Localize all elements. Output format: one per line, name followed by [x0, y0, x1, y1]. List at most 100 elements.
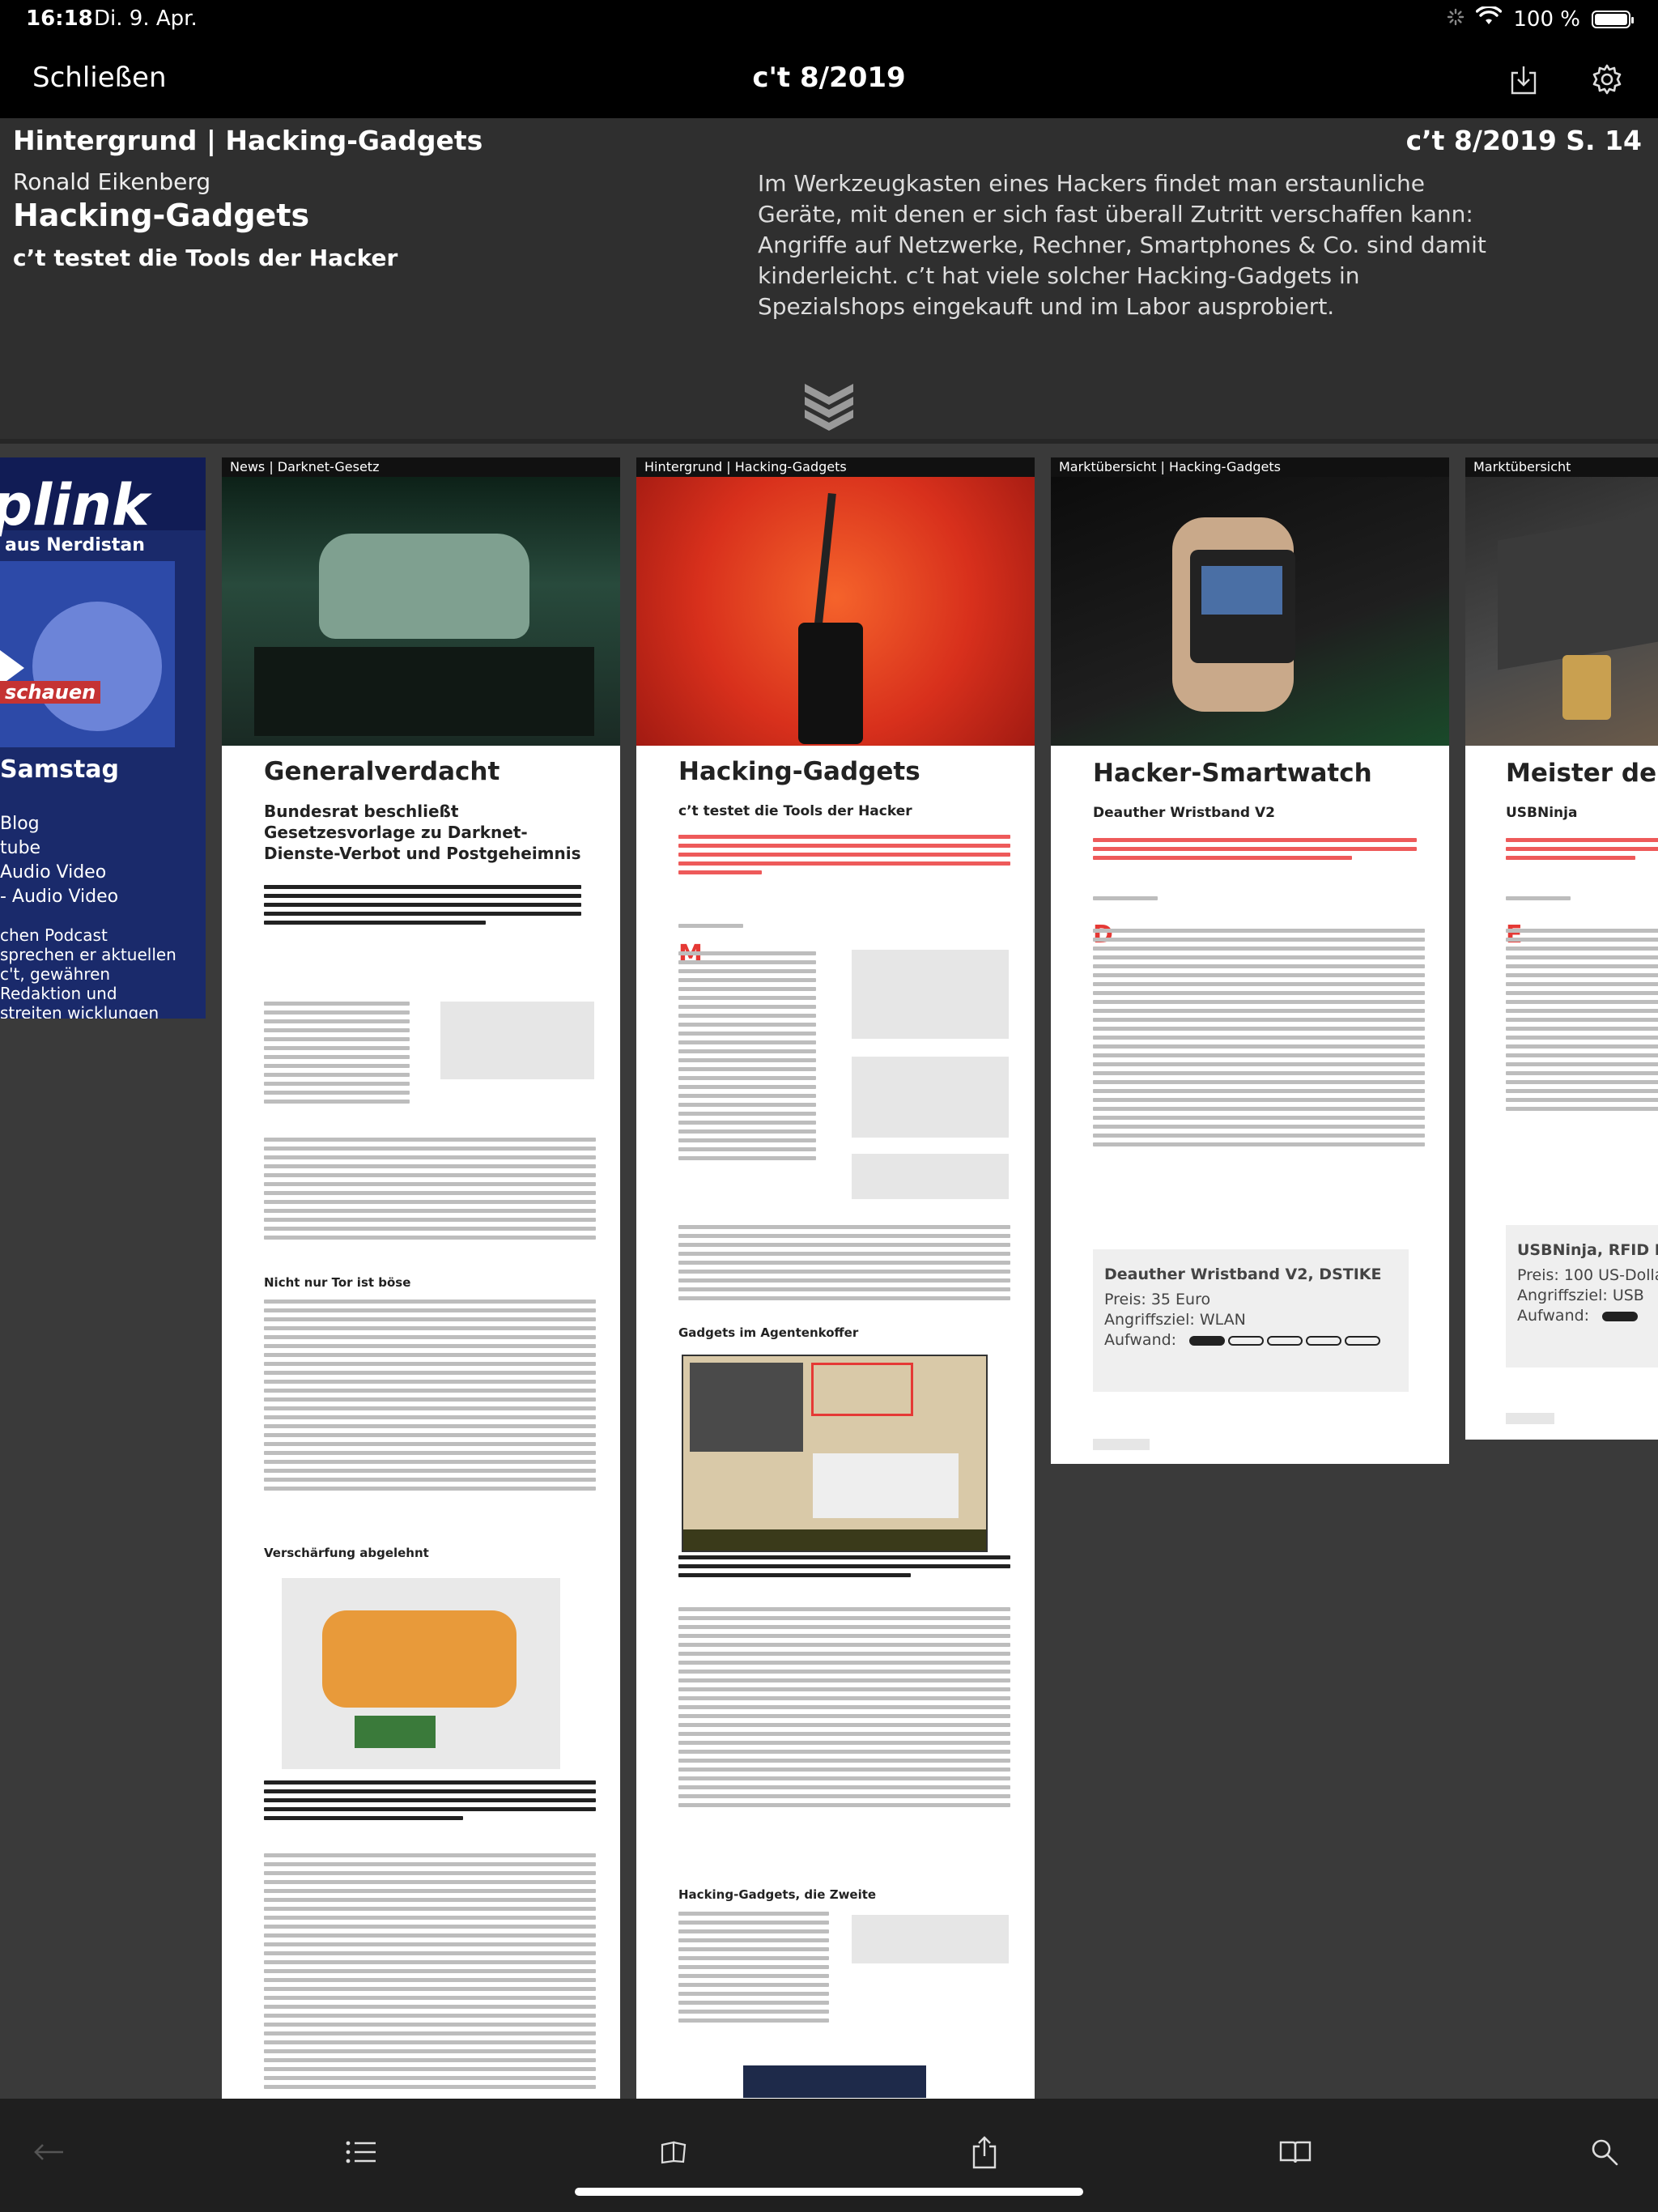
page-thumbnail-usbninja[interactable]: Marktübersicht Meister der USBNinja E US…	[1465, 457, 1658, 1440]
effort-segment	[1306, 1335, 1342, 1346]
effort-meter	[1189, 1335, 1381, 1346]
page-photo	[1465, 477, 1658, 746]
page-heading: Hacking-Gadgets, die Zweite	[678, 1887, 877, 1902]
page-title: Hacking-Gadgets	[678, 757, 920, 786]
divider	[0, 439, 1658, 444]
page-tag: News | Darknet-Gesetz	[222, 457, 620, 477]
page-text	[678, 1912, 829, 2027]
gear-icon[interactable]	[1588, 60, 1626, 99]
article-author: Ronald Eikenberg	[13, 168, 211, 195]
download-icon[interactable]	[1504, 60, 1543, 99]
page-subtitle: Bundesrat beschließt Gesetzesvorlage zu …	[264, 802, 581, 863]
banner-link[interactable]: Audio Video	[0, 861, 118, 885]
effort-segment	[1345, 1335, 1381, 1346]
figure-shape	[690, 1363, 803, 1452]
page-footer-tag	[1506, 1413, 1554, 1424]
status-time: 16:18	[26, 6, 93, 31]
page-text	[678, 1607, 1010, 1812]
back-arrow-icon[interactable]	[24, 2128, 73, 2176]
page-tag: Marktübersicht	[1465, 457, 1658, 477]
page-photo	[636, 477, 1035, 746]
product-price: Preis: 35 Euro	[1104, 1291, 1211, 1308]
page-thumbnail-podcast[interactable]: plink aus Nerdistan schauen Samstag Blog…	[0, 457, 206, 1019]
banner-link[interactable]: Blog	[0, 812, 118, 836]
page-figure	[682, 1355, 988, 1552]
effort-segment	[1228, 1335, 1265, 1346]
page-thumbnail-hacker-smartwatch[interactable]: Marktübersicht | Hacking-Gadgets Hacker-…	[1051, 457, 1449, 1464]
page-figure	[743, 2065, 926, 2098]
laptop-shape	[1498, 510, 1658, 670]
product-target: Angriffsziel: USB	[1517, 1287, 1644, 1304]
product-info-box: USBNinja, RFID Re Preis: 100 US-Dolla An…	[1506, 1225, 1658, 1368]
product-target: Angriffsziel: WLAN	[1104, 1311, 1246, 1329]
page-thumbnail-hacking-gadgets[interactable]: Hintergrund | Hacking-Gadgets Hacking-Ga…	[636, 457, 1035, 2099]
banner-link[interactable]: tube	[0, 836, 118, 861]
page-text	[264, 1002, 410, 1108]
page-sidebar-box	[852, 1154, 1009, 1199]
page-text	[264, 1300, 596, 1495]
page-title: Meister der	[1506, 759, 1658, 788]
page-flip-icon[interactable]	[649, 2128, 698, 2176]
expand-chevron-icon[interactable]	[801, 377, 857, 439]
nav-bar: Schließen c't 8/2019	[0, 39, 1658, 118]
product-name: Deauther Wristband V2, DSTIKE	[1104, 1266, 1382, 1283]
battery-pack-shape	[322, 1610, 517, 1708]
page-heading: Gadgets im Agentenkoffer	[678, 1325, 859, 1340]
page-text	[678, 951, 816, 1165]
article-headline: Hacking-Gadgets	[13, 198, 310, 233]
article-teaser: Im Werkzeugkasten eines Hackers findet m…	[758, 170, 1486, 320]
issue-title: c't 8/2019	[752, 62, 906, 94]
page-text	[264, 1853, 596, 2094]
page-text	[264, 1138, 596, 1244]
effort-meter	[1602, 1311, 1639, 1321]
share-icon[interactable]	[960, 2128, 1009, 2176]
page-heading: Verschärfung abgelehnt	[264, 1546, 429, 1560]
figure-highlight	[811, 1363, 913, 1416]
page-author-line	[678, 924, 743, 933]
book-view-icon[interactable]	[1271, 2128, 1320, 2176]
status-date: Di. 9. Apr.	[94, 6, 198, 31]
page-tag: Hintergrund | Hacking-Gadgets	[636, 457, 1035, 477]
hand-shape	[798, 623, 863, 744]
list-icon[interactable]	[337, 2128, 385, 2176]
page-figure	[282, 1578, 560, 1769]
page-sidebar-box	[852, 1057, 1009, 1138]
page-lead	[1093, 838, 1417, 865]
banner-link[interactable]: - Audio Video	[0, 885, 118, 909]
home-indicator	[575, 2188, 1083, 2196]
product-name: USBNinja, RFID Re	[1517, 1241, 1658, 1259]
page-author-line	[1093, 896, 1158, 905]
watch-screen	[1201, 566, 1282, 615]
article-rubric: Hintergrund | Hacking-Gadgets	[13, 125, 483, 156]
banner-text: chen Podcast sprechen er aktuellen c't, …	[0, 925, 176, 1019]
wifi-icon	[1476, 5, 1503, 32]
article-page-ref: c’t 8/2019 S. 14	[1405, 125, 1642, 156]
page-caption	[264, 1780, 596, 1825]
page-tag: Marktübersicht | Hacking-Gadgets	[1051, 457, 1449, 477]
usb-device-shape	[1562, 655, 1611, 720]
page-title: Hacker-Smartwatch	[1093, 759, 1372, 788]
banner-day: Samstag	[0, 755, 120, 784]
page-photo	[1051, 477, 1449, 746]
search-icon[interactable]	[1580, 2128, 1629, 2176]
effort-segment	[1189, 1335, 1226, 1346]
battery-percent: 100 %	[1513, 6, 1580, 32]
page-subtitle: USBNinja	[1506, 805, 1578, 821]
page-thumbnail-generalverdacht[interactable]: News | Darknet-Gesetz Generalverdacht Bu…	[222, 457, 620, 2099]
page-text	[1093, 929, 1425, 1151]
banner-logo: plink	[0, 472, 150, 538]
effort-segment	[1267, 1335, 1303, 1346]
page-subtitle: c’t testet die Tools der Hacker	[678, 803, 912, 819]
page-author-line	[1506, 896, 1571, 905]
figure-label-bar	[683, 1529, 986, 1551]
banner-links: Blog tube Audio Video - Audio Video	[0, 812, 118, 909]
page-sidebar-box	[852, 1915, 1009, 1963]
battery-icon	[1592, 10, 1634, 28]
hands-shape	[319, 534, 529, 639]
banner-sub: aus Nerdistan	[5, 535, 145, 555]
article-subline: c’t testet die Tools der Hacker	[13, 245, 398, 271]
banner-photo-shape	[32, 602, 162, 731]
figure-shape	[813, 1453, 959, 1518]
page-lead	[678, 835, 1010, 879]
page-text	[1506, 929, 1658, 1116]
